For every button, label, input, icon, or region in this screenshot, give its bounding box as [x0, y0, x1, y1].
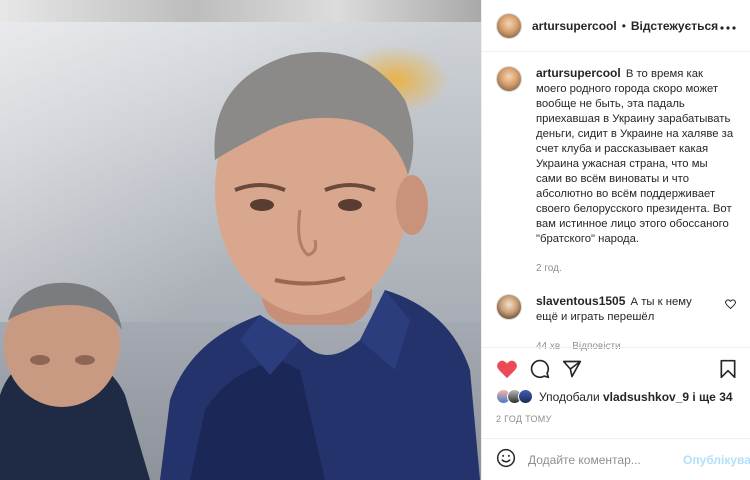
caption-meta: 2 год.: [536, 261, 736, 276]
action-icons: [496, 358, 737, 380]
author-avatar[interactable]: [496, 12, 522, 39]
caption-body: artursupercool В то время как моего родн…: [536, 66, 736, 276]
separator-dot: •: [621, 18, 626, 33]
comment-body: slaventous1505 А ты к нему ещё и играть …: [536, 294, 716, 354]
caption: artursupercool В то время как моего родн…: [496, 66, 736, 276]
post-photo[interactable]: [0, 0, 481, 480]
save-button[interactable]: [719, 359, 737, 379]
share-button[interactable]: [562, 359, 582, 379]
comments-section: artursupercool В то время как моего родн…: [482, 52, 750, 352]
comment-input[interactable]: [528, 452, 683, 467]
emoji-button[interactable]: [496, 448, 516, 471]
bookmark-icon: [720, 359, 736, 379]
like-button[interactable]: [496, 359, 518, 379]
caption-author-avatar[interactable]: [496, 66, 522, 92]
heart-filled-icon: [497, 360, 517, 379]
comment-item: slaventous1505 А ты к нему ещё и играть …: [496, 294, 736, 354]
caption-text: В то время как моего родного города скор…: [536, 68, 734, 245]
publish-button[interactable]: Опублікувати: [683, 453, 750, 467]
follow-status[interactable]: Відстежується: [631, 19, 718, 33]
comment-icon: [530, 359, 550, 379]
heart-outline-icon: [725, 299, 736, 310]
share-icon: [562, 360, 582, 378]
likes-prefix: Уподобали: [539, 389, 600, 404]
caption-time[interactable]: 2 год.: [536, 261, 562, 276]
author-username[interactable]: artursupercool: [532, 19, 617, 33]
post-panel: artursupercool • Відстежується artursupe…: [481, 0, 750, 480]
photo-person-main: [160, 52, 480, 480]
commenter-avatar[interactable]: [496, 294, 522, 320]
more-options-button[interactable]: [720, 17, 736, 35]
photo-person-left: [0, 282, 150, 480]
post-actions: Уподобали vladsushkov_9 і ще 34 2 ГОД ТО…: [482, 347, 750, 424]
comment-button[interactable]: [530, 359, 550, 379]
add-comment-bar: Опублікувати: [482, 438, 750, 480]
likes-others[interactable]: і ще 34: [692, 390, 732, 404]
caption-author[interactable]: artursupercool: [536, 66, 621, 80]
post-header: artursupercool • Відстежується: [482, 0, 750, 52]
author-meta: artursupercool • Відстежується: [532, 19, 718, 33]
likes-user[interactable]: vladsushkov_9: [603, 390, 689, 404]
more-horizontal-icon: [720, 25, 736, 30]
liker-avatar: [518, 389, 533, 404]
post-timestamp[interactable]: 2 ГОД ТОМУ: [496, 414, 737, 424]
comment-like-button[interactable]: [725, 298, 736, 312]
likes-row: Уподобали vladsushkov_9 і ще 34: [496, 389, 737, 404]
photo-background-top: [0, 0, 481, 22]
liker-avatars[interactable]: [496, 389, 533, 404]
comment-author[interactable]: slaventous1505: [536, 294, 625, 308]
emoji-icon: [496, 448, 516, 468]
